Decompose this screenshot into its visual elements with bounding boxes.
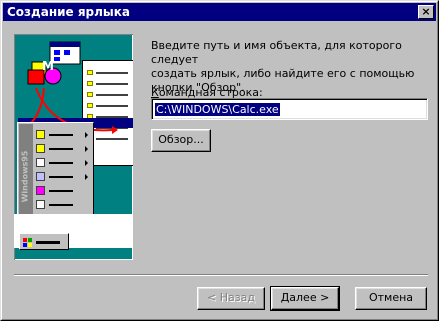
command-line-value: C:\WINDOWS\Calc.exe bbox=[155, 103, 280, 116]
start-menu-item bbox=[36, 157, 90, 169]
start-menu-item bbox=[36, 129, 90, 141]
start-menu-item bbox=[36, 143, 90, 155]
close-button[interactable]: × bbox=[418, 5, 434, 19]
start-menu-item bbox=[36, 199, 90, 211]
next-button[interactable]: Далее > bbox=[270, 286, 340, 311]
windows-logo-icon bbox=[23, 238, 60, 247]
wizard-illustration: M Windows95 bbox=[14, 34, 133, 260]
start-menu-item bbox=[36, 185, 90, 197]
back-button[interactable]: < Назад bbox=[197, 287, 265, 310]
create-shortcut-dialog: Создание ярлыка × M Windows95 Введите пу… bbox=[0, 0, 439, 321]
title-bar[interactable]: Создание ярлыка × bbox=[3, 3, 436, 21]
illustration-start-button bbox=[19, 233, 69, 250]
close-icon: × bbox=[421, 5, 431, 18]
command-line-input[interactable]: C:\WINDOWS\Calc.exe bbox=[151, 98, 428, 120]
footer-separator bbox=[14, 274, 428, 276]
start-menu-item bbox=[36, 171, 90, 183]
browse-button[interactable]: Обзор... bbox=[151, 129, 211, 152]
window-title: Создание ярлыка bbox=[7, 5, 131, 19]
start-menu-brand: Windows95 bbox=[20, 150, 30, 203]
cancel-button[interactable]: Отмена bbox=[355, 287, 427, 310]
